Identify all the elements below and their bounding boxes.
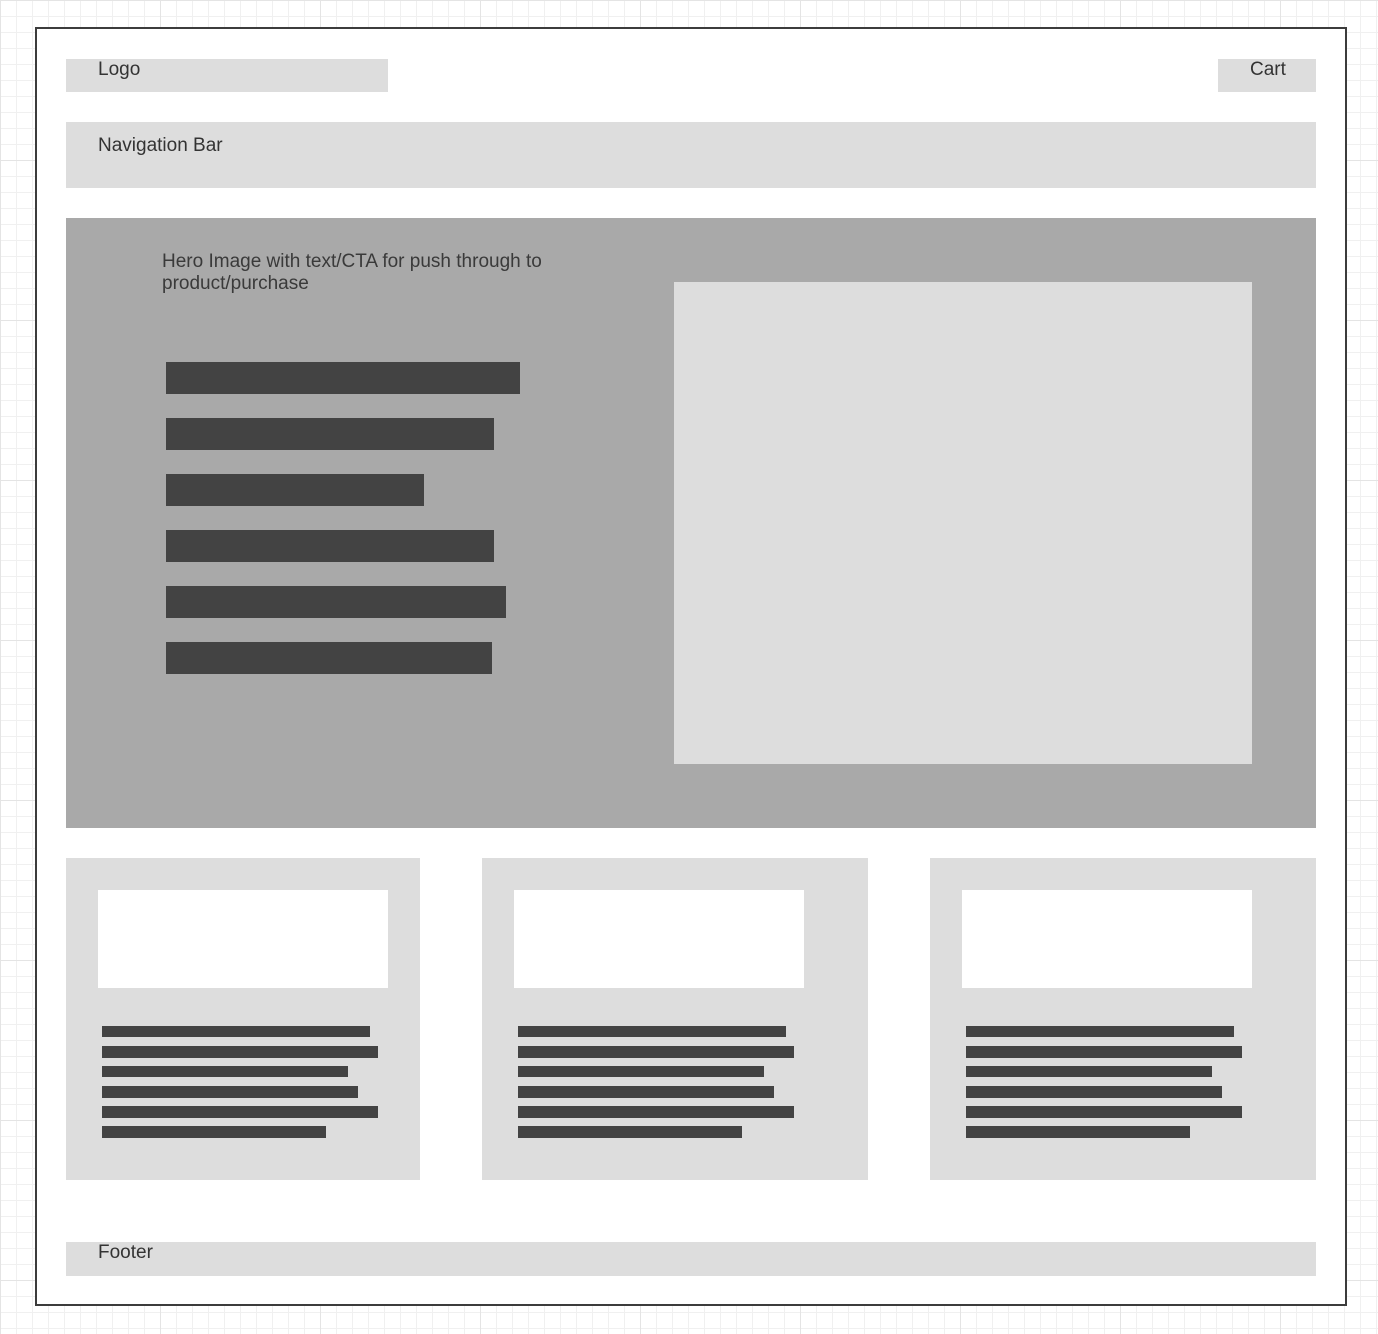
card-text-line <box>102 1126 326 1138</box>
card-image-placeholder <box>514 890 804 988</box>
card-text-line <box>518 1106 794 1118</box>
hero-text-line-3 <box>166 474 424 506</box>
card-text-line <box>102 1026 370 1037</box>
navigation-bar-label: Navigation Bar <box>98 135 223 156</box>
navigation-bar[interactable]: Navigation Bar <box>66 122 1316 188</box>
card-text-line <box>966 1026 1234 1037</box>
card-text-line <box>102 1046 378 1058</box>
hero-text-line-2 <box>166 418 494 450</box>
hero-image-placeholder <box>674 282 1252 764</box>
hero-text-line-1 <box>166 362 520 394</box>
hero-text-line-6 <box>166 642 492 674</box>
card-text-line <box>518 1046 794 1058</box>
card-text-line <box>518 1086 774 1098</box>
card-text-line <box>966 1046 1242 1058</box>
card-text-line <box>102 1086 358 1098</box>
card-text-line <box>102 1106 378 1118</box>
card-text-line <box>518 1026 786 1037</box>
logo-label: Logo <box>98 59 141 80</box>
cart-button[interactable]: Cart <box>1218 59 1316 92</box>
card-text-line <box>966 1086 1222 1098</box>
card-image-placeholder <box>98 890 388 988</box>
hero-text-line-4 <box>166 530 494 562</box>
card-text-line <box>966 1066 1212 1077</box>
product-card-3[interactable] <box>930 858 1316 1180</box>
footer[interactable]: Footer <box>66 1242 1316 1276</box>
product-card-1[interactable] <box>66 858 420 1180</box>
footer-label: Footer <box>98 1242 153 1263</box>
card-text-line <box>102 1066 348 1077</box>
hero-text: Hero Image with text/CTA for push throug… <box>162 251 542 294</box>
product-card-2[interactable] <box>482 858 868 1180</box>
hero-text-line-5 <box>166 586 506 618</box>
card-text-line <box>518 1066 764 1077</box>
card-text-line <box>966 1126 1190 1138</box>
hero-section[interactable]: Hero Image with text/CTA for push throug… <box>66 218 1316 828</box>
card-image-placeholder <box>962 890 1252 988</box>
cart-label: Cart <box>1250 59 1286 80</box>
card-text-line <box>966 1106 1242 1118</box>
card-text-line <box>518 1126 742 1138</box>
logo-placeholder[interactable]: Logo <box>66 59 388 92</box>
